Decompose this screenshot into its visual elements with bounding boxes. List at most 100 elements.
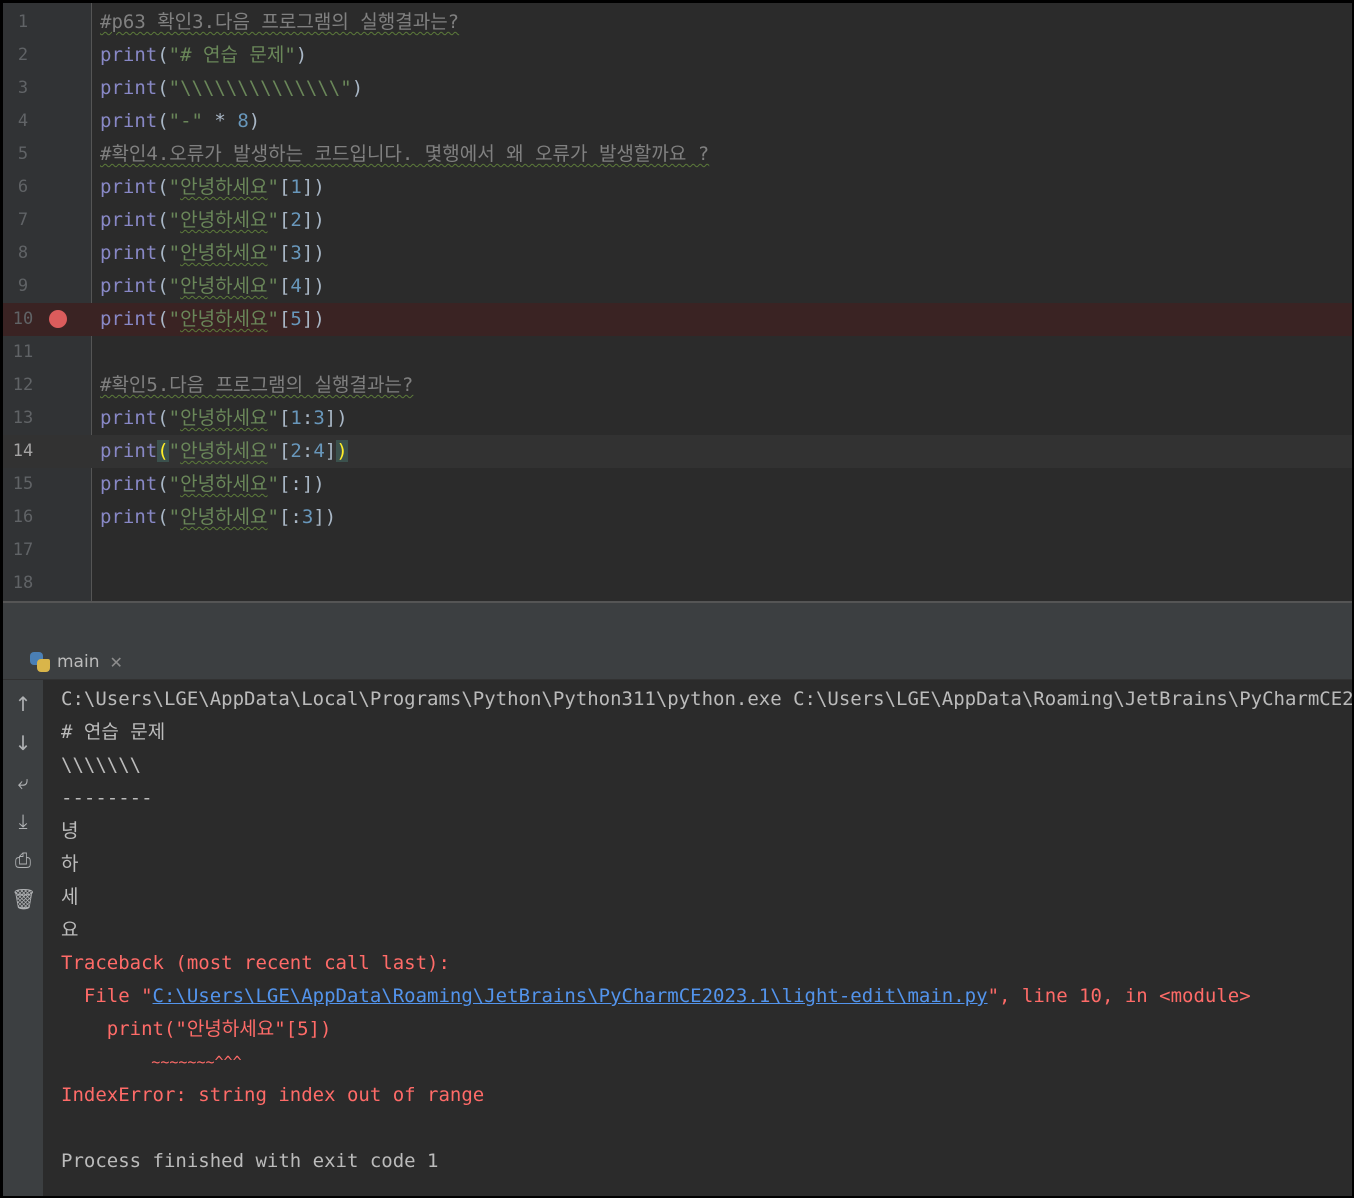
code-token: "-" bbox=[168, 110, 203, 132]
code-token: 안녕하세요 bbox=[180, 407, 268, 429]
traceback-file-suffix: ", line 10, in <module> bbox=[987, 985, 1251, 1007]
python-icon bbox=[29, 651, 51, 673]
code-token: " bbox=[168, 176, 181, 198]
line-number[interactable]: 1 bbox=[3, 6, 43, 39]
code-line[interactable]: 8 print("안녕하세요"[3]) bbox=[3, 237, 1352, 270]
ide-window: 1 #p63 확인3.다음 프로그램의 실행결과는? 2 print("# 연습 문제… bbox=[3, 3, 1352, 1196]
code-line[interactable]: 17 bbox=[3, 534, 1352, 567]
code-token: 5 bbox=[290, 308, 302, 330]
code-text[interactable]: print("안녕하세요"[5]) bbox=[100, 303, 325, 336]
code-text[interactable]: print("안녕하세요"[1:3]) bbox=[100, 402, 348, 435]
code-text[interactable]: #확인5.다음 프로그램의 실행결과는? bbox=[100, 369, 413, 402]
code-line[interactable]: 16 print("안녕하세요"[:3]) bbox=[3, 501, 1352, 534]
code-line[interactable]: 7 print("안녕하세요"[2]) bbox=[3, 204, 1352, 237]
code-token: 4 bbox=[313, 440, 325, 462]
code-line[interactable]: 2 print("# 연습 문제") bbox=[3, 39, 1352, 72]
traceback-file-prefix: File " bbox=[61, 985, 153, 1007]
code-token: print bbox=[100, 275, 158, 297]
code-line[interactable]: 1 #p63 확인3.다음 프로그램의 실행결과는? bbox=[3, 6, 1352, 39]
code-token: 안녕하세요 bbox=[180, 176, 268, 198]
code-token: : bbox=[301, 407, 314, 429]
code-line[interactable]: 18 bbox=[3, 567, 1352, 600]
code-text[interactable]: print("\\\\\\\\\\\\\\") bbox=[100, 72, 363, 105]
line-number[interactable]: 11 bbox=[3, 336, 43, 369]
code-token: ]) bbox=[301, 275, 325, 297]
code-token: [ bbox=[278, 209, 291, 231]
code-token: " bbox=[267, 440, 279, 462]
breakpoint-icon[interactable] bbox=[49, 310, 67, 328]
trash-icon[interactable]: 🗑 bbox=[11, 887, 36, 911]
code-text[interactable]: print("안녕하세요"[:3]) bbox=[100, 501, 336, 534]
run-console[interactable]: C:\Users\LGE\AppData\Local\Programs\Pyth… bbox=[61, 680, 1352, 1196]
line-number[interactable]: 13 bbox=[3, 402, 43, 435]
soft-wrap-icon[interactable]: ⤶ bbox=[11, 770, 35, 794]
rerun-up-arrow-icon[interactable]: ↑ bbox=[11, 692, 35, 716]
code-token: [ bbox=[278, 407, 291, 429]
line-number[interactable]: 16 bbox=[3, 501, 43, 534]
code-token: print bbox=[100, 440, 158, 462]
down-arrow-icon[interactable]: ↓ bbox=[11, 731, 35, 755]
code-text[interactable]: print("안녕하세요"[:]) bbox=[100, 468, 325, 501]
traceback-header: Traceback (most recent call last): bbox=[61, 952, 450, 974]
code-token: 안녕하세요 bbox=[180, 308, 268, 330]
panel-divider[interactable] bbox=[3, 601, 1352, 639]
line-number[interactable]: 14 bbox=[3, 435, 43, 468]
code-line[interactable]: 13 print("안녕하세요"[1:3]) bbox=[3, 402, 1352, 435]
code-token: " bbox=[267, 242, 279, 264]
close-icon[interactable]: ✕ bbox=[109, 653, 122, 672]
code-line[interactable]: 14 print("안녕하세요"[2:4]) bbox=[3, 435, 1352, 468]
scroll-to-end-icon[interactable]: ⤓ bbox=[11, 809, 35, 833]
code-text[interactable]: #p63 확인3.다음 프로그램의 실행결과는? bbox=[100, 6, 459, 39]
code-text[interactable]: print("안녕하세요"[3]) bbox=[100, 237, 325, 270]
code-token: "\\\\\\\\\\\\\\" bbox=[168, 77, 352, 99]
code-line[interactable]: 15 print("안녕하세요"[:]) bbox=[3, 468, 1352, 501]
code-token: print bbox=[100, 242, 158, 264]
code-line[interactable]: 11 bbox=[3, 336, 1352, 369]
code-text[interactable]: print("# 연습 문제") bbox=[100, 39, 307, 72]
code-token: "# 연습 문제" bbox=[168, 44, 296, 66]
line-number[interactable]: 9 bbox=[3, 270, 43, 303]
run-tab-main[interactable]: main ✕ bbox=[29, 647, 123, 677]
console-output-line: 요 bbox=[61, 919, 79, 941]
code-token: " bbox=[267, 308, 279, 330]
code-token: 2 bbox=[290, 209, 302, 231]
line-number[interactable]: 4 bbox=[3, 105, 43, 138]
line-number[interactable]: 17 bbox=[3, 534, 43, 567]
code-line[interactable]: 4 print("-" * 8) bbox=[3, 105, 1352, 138]
code-token: ]) bbox=[313, 506, 337, 528]
code-line[interactable]: 3 print("\\\\\\\\\\\\\\") bbox=[3, 72, 1352, 105]
code-token: ( bbox=[157, 440, 169, 462]
line-number[interactable]: 12 bbox=[3, 369, 43, 402]
code-text[interactable]: print("-" * 8) bbox=[100, 105, 260, 138]
code-token: " bbox=[267, 473, 279, 495]
code-line[interactable]: 9 print("안녕하세요"[4]) bbox=[3, 270, 1352, 303]
code-line[interactable]: 6 print("안녕하세요"[1]) bbox=[3, 171, 1352, 204]
line-number[interactable]: 2 bbox=[3, 39, 43, 72]
code-line[interactable]: 10 print("안녕하세요"[5]) bbox=[3, 303, 1352, 336]
code-text[interactable]: print("안녕하세요"[2:4]) bbox=[100, 435, 348, 468]
code-token: " bbox=[168, 506, 181, 528]
line-number[interactable]: 10 bbox=[3, 303, 43, 336]
code-token: [ bbox=[278, 242, 291, 264]
code-line[interactable]: 12 #확인5.다음 프로그램의 실행결과는? bbox=[3, 369, 1352, 402]
code-text[interactable]: print("안녕하세요"[4]) bbox=[100, 270, 325, 303]
code-token: " bbox=[267, 407, 279, 429]
line-number[interactable]: 18 bbox=[3, 567, 43, 600]
line-number[interactable]: 15 bbox=[3, 468, 43, 501]
code-editor[interactable]: 1 #p63 확인3.다음 프로그램의 실행결과는? 2 print("# 연습 문제… bbox=[3, 3, 1352, 601]
line-number[interactable]: 7 bbox=[3, 204, 43, 237]
code-text[interactable]: print("안녕하세요"[2]) bbox=[100, 204, 325, 237]
code-token: 안녕하세요 bbox=[180, 242, 268, 264]
line-number[interactable]: 6 bbox=[3, 171, 43, 204]
traceback-file-link[interactable]: C:\Users\LGE\AppData\Roaming\JetBrains\P… bbox=[153, 985, 988, 1007]
console-output-line: # 연습 문제 bbox=[61, 721, 166, 743]
code-line[interactable]: 5 #확인4.오류가 발생하는 코드입니다. 몇행에서 왜 오류가 발생할까요 ? bbox=[3, 138, 1352, 171]
line-number[interactable]: 5 bbox=[3, 138, 43, 171]
line-number[interactable]: 3 bbox=[3, 72, 43, 105]
code-token: ]) bbox=[301, 176, 325, 198]
code-text[interactable]: #확인4.오류가 발생하는 코드입니다. 몇행에서 왜 오류가 발생할까요 ? bbox=[100, 138, 709, 171]
code-token: ( bbox=[157, 506, 169, 528]
code-text[interactable]: print("안녕하세요"[1]) bbox=[100, 171, 325, 204]
print-icon[interactable]: ⎙ bbox=[11, 848, 35, 872]
line-number[interactable]: 8 bbox=[3, 237, 43, 270]
